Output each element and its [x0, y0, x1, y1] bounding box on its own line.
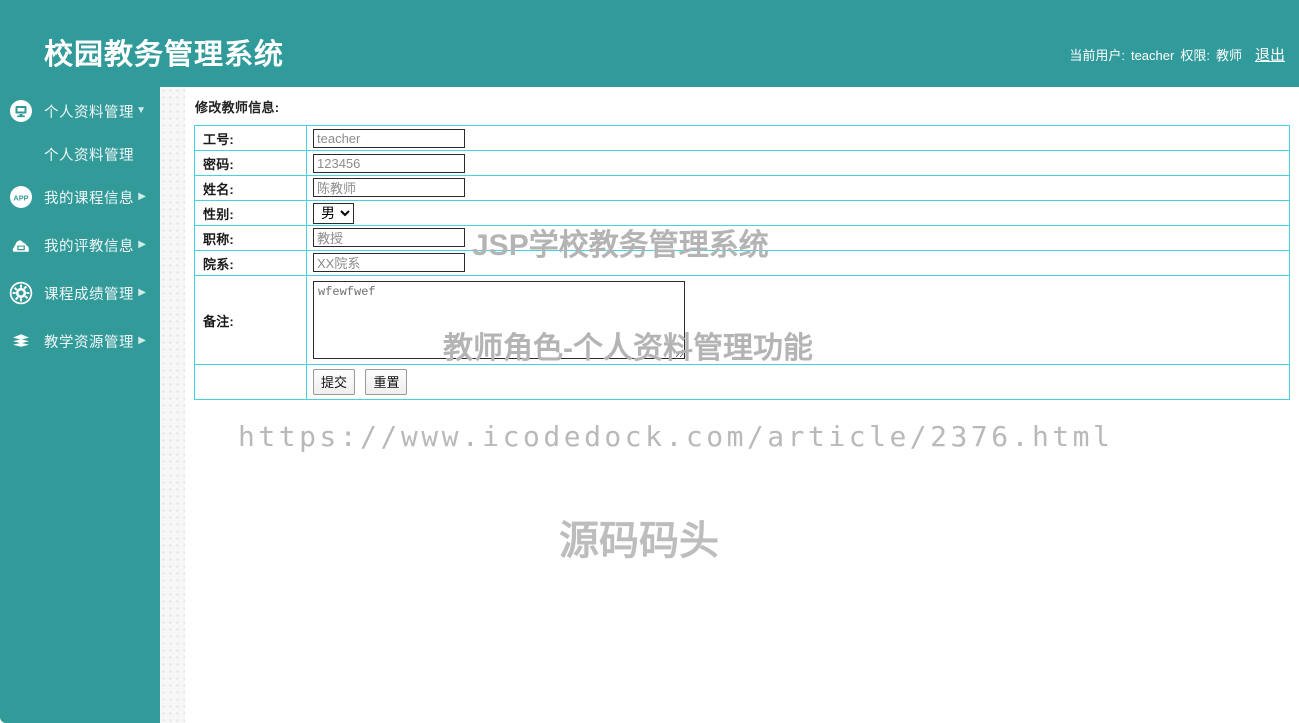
app-badge-icon: APP — [8, 184, 34, 210]
field-gender: 男 女 — [306, 200, 1290, 226]
cloud-icon — [8, 232, 34, 258]
current-user-name: teacher — [1130, 48, 1175, 63]
sidebar: 个人资料管理 ▼ 个人资料管理 APP 我的课程信息 ▶ 我的评教信息 ▶ 课程… — [0, 87, 160, 723]
table-row: 工号: — [194, 125, 1290, 151]
table-row: 姓名: — [194, 175, 1290, 201]
user-info-bar: 当前用户: teacher 权限: 教师 退出 — [1069, 44, 1285, 65]
sidebar-item-profile[interactable]: 个人资料管理 ▼ — [0, 87, 160, 135]
employee-id-input[interactable] — [313, 128, 465, 148]
table-row: 备注: wfewfwef — [194, 275, 1290, 365]
label-password: 密码: — [194, 150, 307, 176]
field-title — [306, 225, 1290, 251]
chevron-down-icon: ▼ — [136, 105, 146, 116]
field-password — [306, 150, 1290, 176]
label-actions-empty — [194, 364, 307, 400]
label-memo: 备注: — [194, 275, 307, 365]
field-name — [306, 175, 1290, 201]
sidebar-item-my-courses[interactable]: APP 我的课程信息 ▶ — [0, 173, 160, 221]
teacher-info-form-table: 工号: 密码: 姓名: 性别: — [194, 125, 1290, 400]
chevron-right-icon: ▶ — [138, 191, 146, 202]
page-title: 校园教务管理系统 — [44, 39, 285, 71]
gear-icon — [8, 280, 34, 306]
monitor-icon — [8, 98, 34, 124]
academic-title-input[interactable] — [313, 228, 465, 247]
table-row: 提交 重置 — [194, 364, 1290, 400]
sidebar-subitem-profile[interactable]: 个人资料管理 — [0, 135, 160, 173]
main-content: 修改教师信息: 工号: 密码: 姓名: 性别: — [185, 87, 1299, 723]
sidebar-item-teaching-resources[interactable]: 教学资源管理 ▶ — [0, 317, 160, 365]
sidebar-subitem-label: 个人资料管理 — [44, 147, 134, 164]
gender-select[interactable]: 男 女 — [313, 202, 354, 224]
password-input[interactable] — [313, 153, 465, 173]
label-title: 职称: — [194, 225, 307, 251]
form-actions: 提交 重置 — [306, 364, 1290, 400]
field-department — [306, 250, 1290, 276]
sidebar-item-label: 个人资料管理 — [44, 104, 134, 121]
reset-button[interactable]: 重置 — [365, 369, 408, 395]
current-user-label: 当前用户: — [1069, 48, 1125, 63]
table-row: 性别: 男 女 — [194, 200, 1290, 226]
form-caption: 修改教师信息: — [195, 100, 280, 115]
role-label: 权限: — [1180, 48, 1210, 63]
label-employee-id: 工号: — [194, 125, 307, 151]
field-memo: wfewfwef — [306, 275, 1290, 365]
svg-text:APP: APP — [13, 193, 28, 202]
sidebar-item-label: 课程成绩管理 — [44, 286, 134, 303]
sidebar-item-label: 教学资源管理 — [44, 334, 134, 351]
table-row: 院系: — [194, 250, 1290, 276]
submit-button[interactable]: 提交 — [313, 369, 356, 395]
label-gender: 性别: — [194, 200, 307, 226]
layers-icon — [8, 328, 34, 354]
field-employee-id — [306, 125, 1290, 151]
page-root: 校园教务管理系统 当前用户: teacher 权限: 教师 退出 个人资料管理 … — [0, 0, 1299, 723]
sidebar-item-teaching-eval[interactable]: 我的评教信息 ▶ — [0, 221, 160, 269]
label-name: 姓名: — [194, 175, 307, 201]
chevron-right-icon: ▶ — [138, 287, 146, 298]
app-header: 校园教务管理系统 当前用户: teacher 权限: 教师 退出 — [0, 0, 1299, 87]
memo-textarea[interactable]: wfewfwef — [313, 281, 685, 359]
department-input[interactable] — [313, 253, 465, 272]
chevron-right-icon: ▶ — [138, 239, 146, 250]
label-department: 院系: — [194, 250, 307, 276]
content-gutter — [160, 87, 185, 723]
table-row: 职称: — [194, 225, 1290, 251]
role-name: 教师 — [1215, 48, 1242, 63]
logout-link[interactable]: 退出 — [1255, 44, 1285, 65]
sidebar-item-label: 我的评教信息 — [44, 238, 134, 255]
chevron-right-icon: ▶ — [138, 335, 146, 346]
name-input[interactable] — [313, 178, 465, 197]
table-row: 密码: — [194, 150, 1290, 176]
sidebar-item-label: 我的课程信息 — [44, 190, 134, 207]
sidebar-item-course-grades[interactable]: 课程成绩管理 ▶ — [0, 269, 160, 317]
